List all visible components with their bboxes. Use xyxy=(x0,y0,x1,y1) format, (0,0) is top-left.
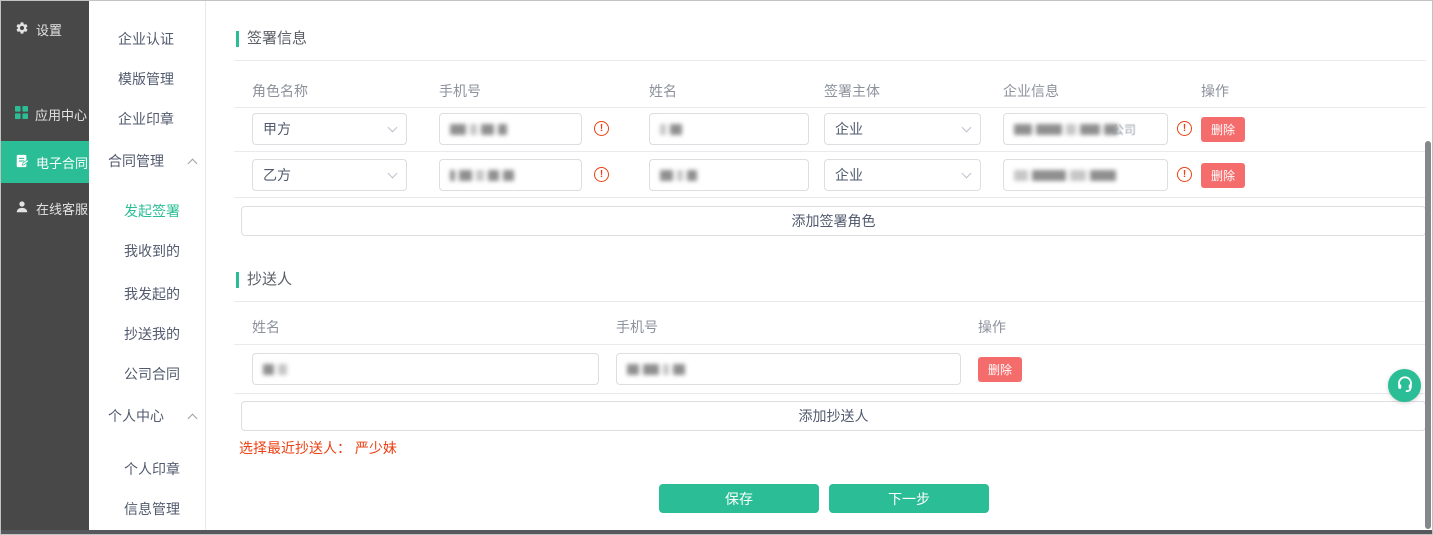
redacted-value xyxy=(1014,124,1118,135)
col-header-phone: 手机号 xyxy=(439,83,481,99)
sidebar-item-enterprise-seal[interactable]: 企业印章 xyxy=(118,109,174,129)
chevron-up-icon xyxy=(188,158,198,168)
sidebar-item-template-mgmt[interactable]: 模版管理 xyxy=(118,69,174,89)
redacted-value xyxy=(450,170,514,181)
nav-item-settings[interactable]: 设置 xyxy=(1,8,89,50)
cc-name-input[interactable] xyxy=(252,353,599,385)
redacted-value xyxy=(660,170,697,181)
nav-item-e-contract[interactable]: 电子合同 xyxy=(1,141,89,183)
chevron-down-icon xyxy=(962,123,972,133)
sidebar-group-personal-center[interactable]: 个人中心 xyxy=(108,406,196,426)
role-select-value: 甲方 xyxy=(263,119,291,139)
divider xyxy=(234,301,1426,302)
subject-select-value: 企业 xyxy=(835,119,863,139)
redacted-value xyxy=(1014,170,1116,181)
chevron-down-icon xyxy=(388,169,398,179)
window-bottom-edge xyxy=(1,530,1432,534)
nav-item-label: 在线客服 xyxy=(36,199,88,218)
recent-cc-hint: 选择最近抄送人： 严少妹 xyxy=(239,438,397,458)
delete-button[interactable]: 删除 xyxy=(978,357,1022,382)
company-input[interactable] xyxy=(1003,159,1168,191)
sign-section-title: 签署信息 xyxy=(236,31,307,47)
divider xyxy=(234,107,1426,108)
add-cc-button[interactable]: 添加抄送人 xyxy=(241,401,1426,431)
col-header-name: 姓名 xyxy=(649,83,677,99)
nav-item-label: 应用中心 xyxy=(35,105,87,124)
redacted-value xyxy=(450,124,507,135)
main-content: 签署信息 角色名称 手机号 姓名 签署主体 企业信息 操作 甲方 企业 xyxy=(206,1,1433,532)
nav-item-label: 电子合同 xyxy=(36,153,88,172)
sidebar-item-enterprise-auth[interactable]: 企业认证 xyxy=(118,29,174,49)
col-header-action: 操作 xyxy=(1201,83,1229,99)
app-window: 设置 应用中心 电子合同 在线客服 企业认证 模版管理 企业印章 合同管理 xyxy=(0,0,1433,535)
sidebar-item-received[interactable]: 我收到的 xyxy=(124,241,180,261)
subject-select[interactable]: 企业 xyxy=(824,159,981,191)
headset-icon xyxy=(1396,375,1414,396)
chevron-down-icon xyxy=(388,123,398,133)
col-header-role: 角色名称 xyxy=(252,83,308,99)
sidebar-item-info-mgmt[interactable]: 信息管理 xyxy=(124,499,180,519)
chevron-up-icon xyxy=(188,413,198,423)
sidebar-item-personal-seal[interactable]: 个人印章 xyxy=(124,459,180,479)
sidebar-item-cc-to-me[interactable]: 抄送我的 xyxy=(124,324,180,344)
warning-icon xyxy=(1177,167,1192,182)
primary-sidebar: 设置 应用中心 电子合同 在线客服 xyxy=(1,1,89,532)
vertical-scrollbar[interactable] xyxy=(1425,141,1431,529)
sidebar-group-label: 个人中心 xyxy=(108,406,164,426)
cc-section-title: 抄送人 xyxy=(236,272,292,288)
phone-input[interactable] xyxy=(439,159,582,191)
secondary-sidebar: 企业认证 模版管理 企业印章 合同管理 发起签署 我收到的 我发起的 抄送我的 … xyxy=(89,1,206,532)
name-input[interactable] xyxy=(649,159,809,191)
nav-item-online-service[interactable]: 在线客服 xyxy=(1,187,89,229)
cc-col-header-action: 操作 xyxy=(978,319,1006,335)
delete-button[interactable]: 删除 xyxy=(1201,163,1245,188)
warning-icon xyxy=(1177,121,1192,136)
subject-select-value: 企业 xyxy=(835,165,863,185)
nav-item-label: 设置 xyxy=(36,20,62,39)
delete-button[interactable]: 删除 xyxy=(1201,117,1245,142)
col-header-company: 企业信息 xyxy=(1003,83,1059,99)
cc-col-header-name: 姓名 xyxy=(252,319,280,335)
divider xyxy=(234,393,1426,394)
subject-select[interactable]: 企业 xyxy=(824,113,981,145)
sidebar-group-contract-mgmt[interactable]: 合同管理 xyxy=(108,151,196,171)
warning-icon xyxy=(594,167,609,182)
grid-icon xyxy=(15,106,28,122)
role-select-value: 乙方 xyxy=(263,165,291,185)
divider xyxy=(234,197,1426,198)
redacted-value xyxy=(263,364,287,375)
person-icon xyxy=(15,200,29,217)
gear-icon xyxy=(15,21,29,38)
name-input[interactable] xyxy=(649,113,809,145)
divider xyxy=(234,60,1426,61)
chevron-down-icon xyxy=(962,169,972,179)
phone-input[interactable] xyxy=(439,113,582,145)
divider xyxy=(234,344,1426,345)
cc-col-header-phone: 手机号 xyxy=(616,319,658,335)
cc-phone-input[interactable] xyxy=(616,353,961,385)
role-select[interactable]: 乙方 xyxy=(252,159,407,191)
save-button[interactable]: 保存 xyxy=(659,484,819,513)
redacted-value xyxy=(660,124,682,135)
redacted-value xyxy=(627,364,685,375)
contract-icon xyxy=(15,154,29,171)
col-header-subject: 签署主体 xyxy=(824,83,880,99)
company-input[interactable]: 公司 xyxy=(1003,113,1168,145)
divider xyxy=(234,151,1426,152)
next-step-button[interactable]: 下一步 xyxy=(829,484,989,513)
warning-icon xyxy=(594,121,609,136)
sidebar-item-company-contract[interactable]: 公司合同 xyxy=(124,364,180,384)
nav-item-app-center[interactable]: 应用中心 xyxy=(1,93,89,135)
sidebar-item-initiate-sign[interactable]: 发起签署 xyxy=(124,201,180,221)
role-select[interactable]: 甲方 xyxy=(252,113,407,145)
company-suffix: 公司 xyxy=(1112,121,1136,138)
customer-service-float-button[interactable] xyxy=(1388,369,1421,402)
sidebar-group-label: 合同管理 xyxy=(108,151,164,171)
add-sign-role-button[interactable]: 添加签署角色 xyxy=(241,206,1426,236)
sidebar-item-initiated[interactable]: 我发起的 xyxy=(124,284,180,304)
